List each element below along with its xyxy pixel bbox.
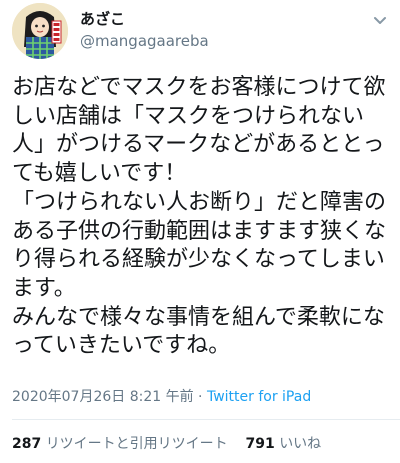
avatar[interactable] (12, 3, 68, 59)
divider (12, 419, 400, 420)
like-count-link[interactable]: 791 いいね (246, 436, 322, 452)
like-label: いいね (279, 436, 322, 452)
retweet-label: リツイートと引用リツイート (45, 436, 228, 452)
tweet-timestamp[interactable]: 2020年07月26日 8:21 午前 (12, 389, 194, 405)
chevron-down-icon[interactable] (372, 12, 388, 28)
tweet-meta: 2020年07月26日 8:21 午前 · Twitter for iPad (12, 386, 311, 406)
retweet-count: 287 (12, 436, 42, 452)
retweet-count-link[interactable]: 287 リツイートと引用リツイート (12, 436, 228, 452)
avatar-illustration (12, 3, 68, 59)
like-count: 791 (245, 436, 275, 452)
display-name[interactable]: あざこ (80, 8, 125, 29)
tweet-text: お店などでマスクをお客様につけて欲しい店舗は「マスクをつけられない人」がつけるマ… (12, 75, 387, 359)
tweet-header: あざこ @mangagaareba (0, 0, 400, 62)
tweet-source-link[interactable]: Twitter for iPad (207, 389, 311, 405)
tweet-stats: 287 リツイートと引用リツイート 791 いいね (12, 433, 321, 453)
user-handle[interactable]: @mangagaareba (80, 32, 209, 50)
meta-separator: · (193, 389, 207, 405)
